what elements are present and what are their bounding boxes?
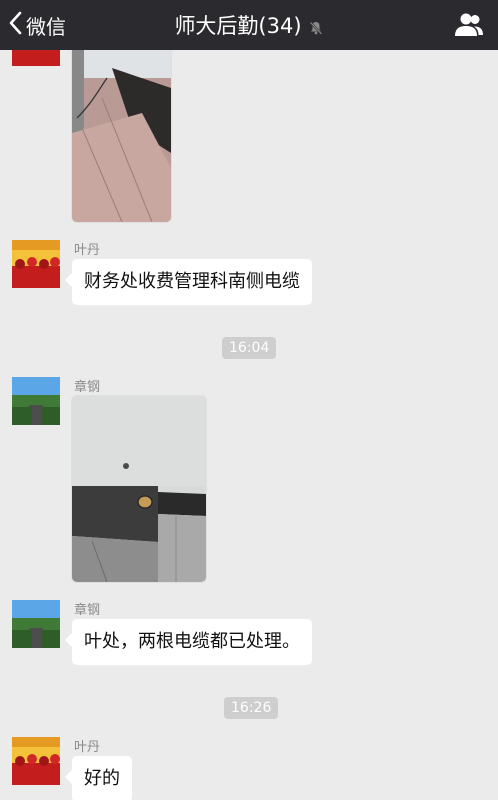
sender-name: 章钢 — [74, 380, 101, 395]
message-bubble[interactable]: 财务处收费管理科南侧电缆 — [65, 259, 312, 305]
timestamp: 16:04 — [222, 337, 277, 359]
chat-title-wrap: 师大后勤(34) — [0, 0, 498, 50]
chevron-left-icon — [8, 11, 22, 39]
chat-title: 师大后勤(34) — [174, 14, 302, 38]
avatar-red-group[interactable] — [12, 737, 60, 785]
avatar-road-landscape[interactable] — [12, 377, 60, 425]
back-label: 微信 — [26, 14, 66, 39]
message-bubble[interactable]: 好的 — [65, 756, 132, 800]
image-message-wall-hole[interactable] — [72, 396, 206, 582]
group-members-icon — [454, 13, 484, 43]
sender-name: 叶丹 — [74, 243, 101, 258]
sender-name: 叶丹 — [74, 740, 101, 755]
bell-muted-icon — [308, 17, 324, 35]
avatar-red-group[interactable] — [12, 240, 60, 288]
message-bubble[interactable]: 叶处，两根电缆都已处理。 — [65, 619, 312, 665]
timestamp: 16:26 — [224, 697, 279, 719]
avatar-road-landscape[interactable] — [12, 600, 60, 648]
back-button[interactable]: 微信 — [8, 0, 66, 50]
chat-header: 微信 师大后勤(34) — [0, 0, 498, 50]
group-members-button[interactable] — [454, 11, 484, 39]
sender-name: 章钢 — [74, 603, 101, 618]
